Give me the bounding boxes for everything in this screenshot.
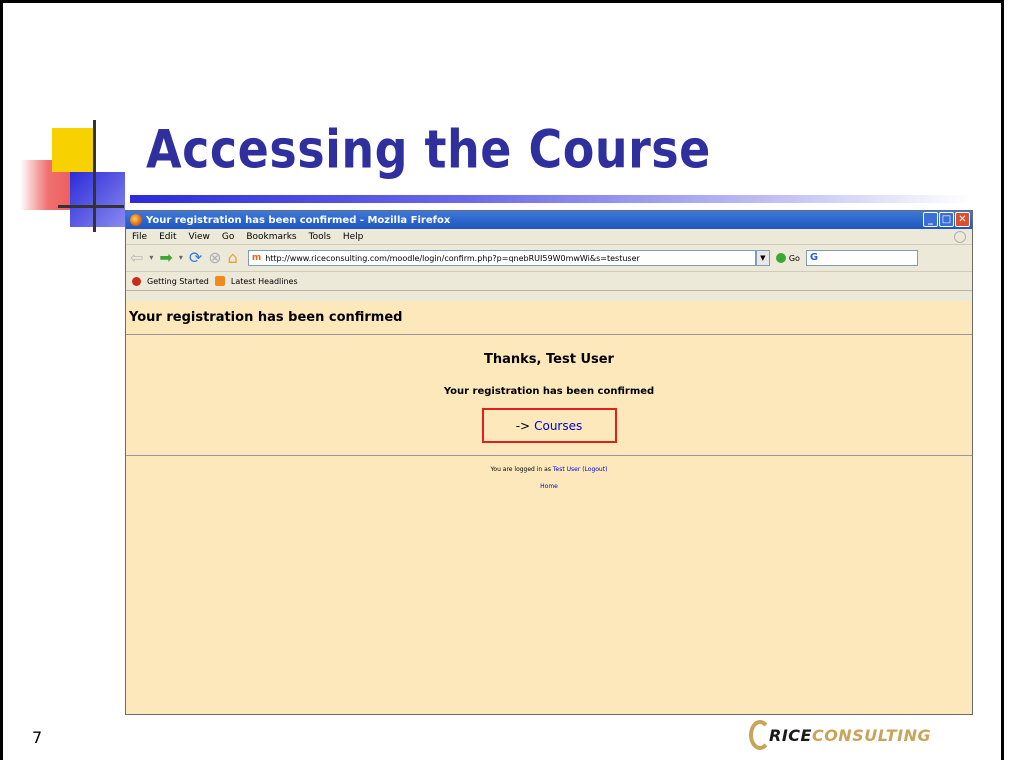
address-dropdown-icon[interactable]: ▼: [755, 250, 770, 266]
address-url: http://www.riceconsulting.com/moodle/log…: [265, 253, 640, 263]
back-dropdown-icon[interactable]: ▾: [149, 250, 153, 266]
title-underline: [130, 195, 970, 203]
home-link[interactable]: Home: [126, 483, 972, 490]
go-button[interactable]: Go: [775, 253, 800, 263]
decor-yellow-square: [52, 128, 96, 172]
throbber-icon: [954, 231, 966, 243]
confirmation-message: Your registration has been confirmed: [443, 386, 655, 397]
bookmark-latest-headlines[interactable]: Latest Headlines: [231, 277, 298, 286]
reload-icon[interactable]: ⟳: [189, 250, 202, 266]
menu-go[interactable]: Go: [222, 232, 234, 242]
go-label: Go: [788, 253, 800, 263]
minimize-button[interactable]: _: [923, 212, 938, 227]
home-icon[interactable]: ⌂: [228, 250, 238, 266]
google-search-icon: G: [809, 252, 819, 263]
close-button[interactable]: ✕: [955, 212, 970, 227]
courses-link[interactable]: Courses: [534, 419, 582, 433]
back-arrow-icon[interactable]: ⇦: [130, 250, 143, 266]
forward-arrow-icon[interactable]: ➡: [159, 250, 172, 266]
window-title: Your registration has been confirmed - M…: [146, 214, 451, 226]
footer-divider: [126, 455, 972, 456]
user-link[interactable]: Test User: [553, 466, 580, 473]
courses-highlight-box: -> Courses: [481, 408, 617, 443]
go-arrow-icon: [775, 253, 786, 263]
logo-swoosh-icon: [749, 720, 775, 750]
page-heading: Your registration has been confirmed: [126, 301, 972, 335]
address-bar[interactable]: m http://www.riceconsulting.com/moodle/l…: [247, 250, 756, 266]
menu-help[interactable]: Help: [343, 232, 364, 242]
moodle-favicon-icon: m: [251, 253, 262, 263]
menu-bookmarks[interactable]: Bookmarks: [246, 232, 296, 242]
logo-text-rice: RICE: [769, 725, 812, 745]
slide-title: Accessing the Course: [146, 118, 711, 181]
logo-text-consulting: CONSULTING: [811, 725, 932, 745]
logged-in-prefix: You are logged in as: [490, 466, 551, 473]
slide-page-number: 7: [32, 728, 43, 747]
bookmarks-toolbar: Getting Started Latest Headlines: [126, 272, 972, 291]
maximize-button[interactable]: □: [939, 212, 954, 227]
bookmark-getting-started[interactable]: Getting Started: [147, 277, 209, 286]
decor-horizontal-line: [58, 205, 124, 208]
forward-dropdown-icon[interactable]: ▾: [179, 250, 183, 266]
logout-link[interactable]: (Logout): [582, 466, 607, 473]
menu-edit[interactable]: Edit: [159, 232, 176, 242]
courses-arrow: ->: [515, 418, 531, 433]
login-info: You are logged in as Test User (Logout): [126, 466, 972, 473]
page-content: Your registration has been confirmed Tha…: [126, 301, 972, 714]
window-titlebar: Your registration has been confirmed - M…: [126, 211, 972, 229]
browser-window: Your registration has been confirmed - M…: [125, 210, 973, 715]
menu-bar: File Edit View Go Bookmarks Tools Help: [126, 229, 972, 245]
navigation-toolbar: ⇦ ▾ ➡ ▾ ⟳ ⊗ ⌂ m http://www.riceconsultin…: [126, 245, 972, 272]
menu-file[interactable]: File: [132, 232, 147, 242]
rss-feed-icon: [214, 276, 225, 286]
thanks-message: Thanks, Test User: [484, 352, 614, 367]
firefox-icon: [130, 214, 142, 226]
decor-blue-square: [70, 172, 125, 227]
menu-tools[interactable]: Tools: [309, 232, 331, 242]
decor-vertical-line: [93, 120, 96, 232]
menu-view[interactable]: View: [189, 232, 210, 242]
rice-consulting-logo: RICECONSULTING: [749, 718, 971, 752]
getting-started-icon: [132, 276, 141, 286]
search-input[interactable]: G: [805, 250, 918, 266]
stop-icon[interactable]: ⊗: [208, 250, 221, 266]
